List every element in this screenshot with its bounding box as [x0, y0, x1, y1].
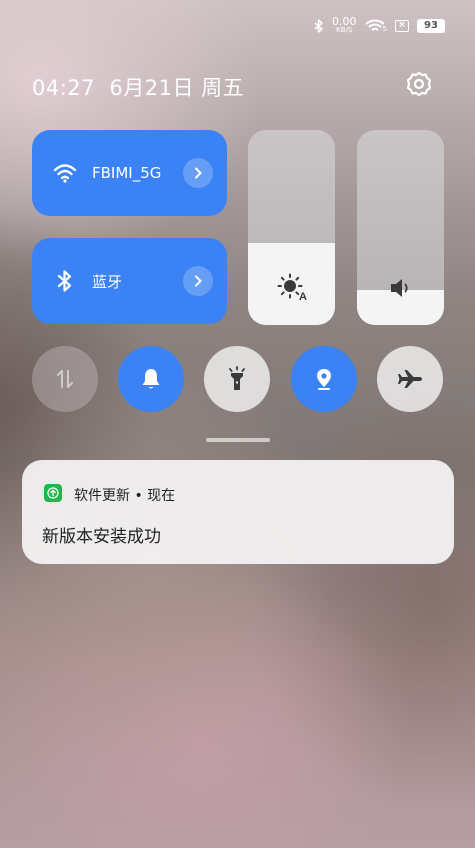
bluetooth-icon [52, 268, 78, 294]
close-box-icon: × [395, 20, 409, 32]
wifi-details-button[interactable] [183, 158, 213, 188]
battery-icon: 93 [417, 19, 445, 33]
software-update-icon [44, 484, 62, 502]
location-pin-icon [317, 369, 331, 390]
net-speed-unit: KB/S [336, 26, 353, 34]
bluetooth-details-button[interactable] [183, 266, 213, 296]
bluetooth-tile-label: 蓝牙 [92, 272, 123, 291]
net-speed-value: 0.00 [332, 15, 357, 28]
bluetooth-tile[interactable]: 蓝牙 [32, 238, 227, 324]
wifi-generation: 5 [382, 25, 387, 33]
data-arrows-icon [57, 370, 73, 388]
bell-icon [142, 369, 160, 389]
svg-text:A: A [299, 291, 307, 301]
notification-body: 新版本安装成功 [42, 527, 161, 547]
notification-time: 现在 [147, 488, 176, 504]
net-speed: 0.00 KB/S [332, 15, 357, 34]
weekday: 周五 [201, 76, 245, 100]
notification-card[interactable]: 软件更新 • 现在 新版本安装成功 [22, 460, 454, 564]
notification-header: 软件更新 • 现在 [74, 485, 175, 505]
flashlight-toggle[interactable] [204, 346, 270, 412]
wifi-icon [364, 19, 385, 31]
brightness-slider[interactable]: A [248, 130, 335, 325]
speaker-icon [390, 279, 408, 297]
notification-separator: • [134, 488, 143, 504]
ring-toggle[interactable] [118, 346, 184, 412]
clock-time: 04:27 [32, 76, 96, 100]
date: 6月21日 [109, 76, 194, 100]
wifi-status: 5 [364, 19, 387, 33]
status-bar: 0.00 KB/S 5 × 93 [314, 15, 445, 34]
volume-slider[interactable] [357, 130, 444, 325]
mobile-data-toggle[interactable] [32, 346, 98, 412]
panel-drag-handle[interactable] [206, 438, 270, 442]
auto-brightness-icon: A [277, 273, 307, 301]
wifi-icon [52, 160, 78, 186]
airplane-mode-toggle[interactable] [377, 346, 443, 412]
settings-button[interactable] [405, 70, 433, 98]
flashlight-icon [229, 366, 245, 390]
wifi-tile-label: FBIMI_5G [92, 164, 162, 182]
location-toggle[interactable] [291, 346, 357, 412]
airplane-icon [398, 370, 422, 388]
wifi-tile[interactable]: FBIMI_5G [32, 130, 227, 216]
gear-icon [406, 71, 432, 97]
bluetooth-icon [314, 19, 323, 33]
notification-app-name: 软件更新 [74, 488, 130, 504]
chevron-right-icon [195, 275, 202, 287]
date-time: 04:27 6月21日 周五 [32, 72, 244, 102]
chevron-right-icon [195, 167, 202, 179]
battery-level: 93 [424, 20, 438, 31]
